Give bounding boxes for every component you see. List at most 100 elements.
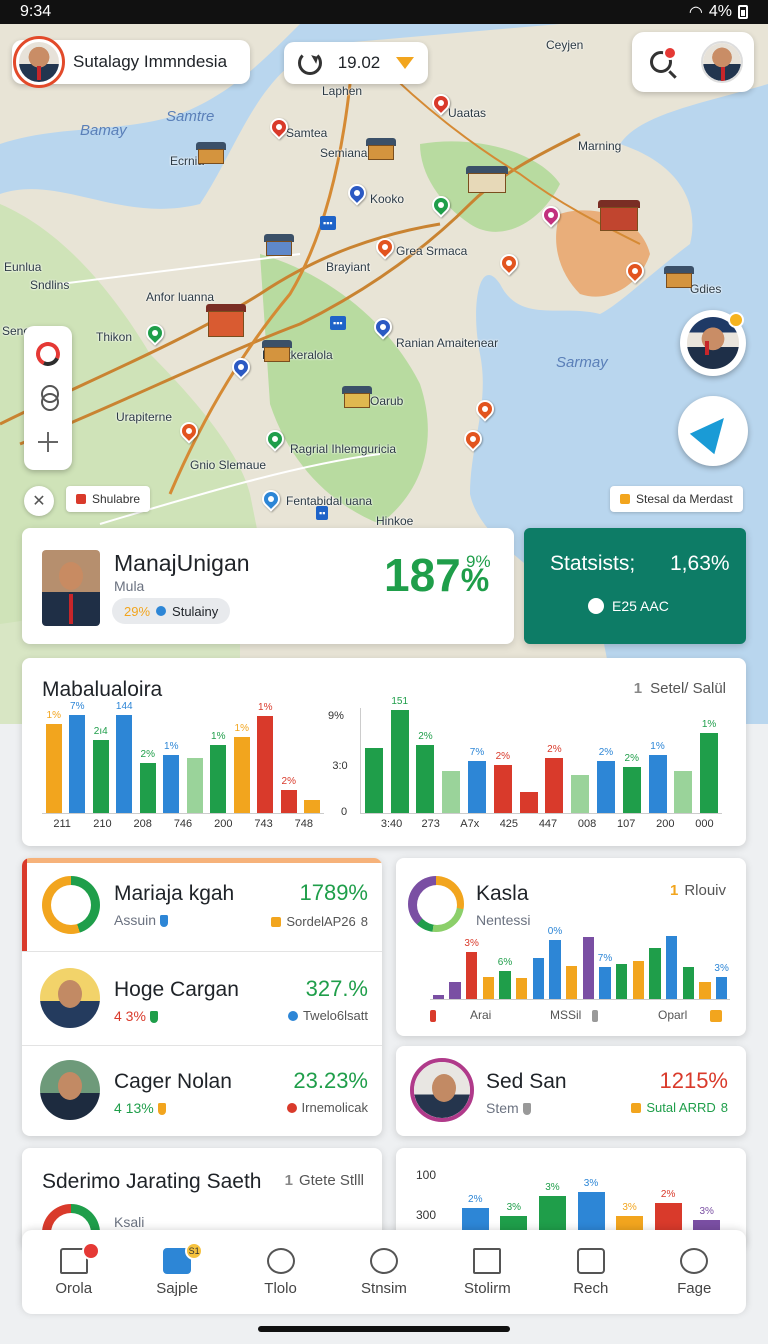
- chart-bar[interactable]: [461, 1208, 489, 1230]
- chart-bar[interactable]: [390, 710, 409, 813]
- nav-item-orola[interactable]: Orola: [26, 1241, 122, 1297]
- chart-bar[interactable]: [482, 976, 495, 999]
- chart-bar[interactable]: [649, 947, 661, 999]
- chart-bar[interactable]: [596, 760, 615, 813]
- chart-bar[interactable]: [280, 789, 297, 813]
- chart-bar[interactable]: [186, 758, 203, 813]
- chart-bar[interactable]: [69, 715, 86, 813]
- time-selector[interactable]: 19.02: [284, 42, 428, 84]
- chart-bar[interactable]: [682, 967, 695, 999]
- chart-bar[interactable]: [468, 760, 487, 813]
- stats-card[interactable]: Statsists; 1,63% E25 AAC: [524, 528, 746, 644]
- compass-button[interactable]: [31, 381, 65, 415]
- chart-bar[interactable]: [715, 976, 728, 999]
- chart-bar[interactable]: [674, 771, 693, 813]
- chart-bar[interactable]: [549, 939, 561, 999]
- chart-bar[interactable]: [571, 775, 590, 813]
- chart-bar[interactable]: [233, 737, 250, 813]
- list-item-tag: Twelo6lsatt: [287, 1008, 368, 1023]
- chart-bar[interactable]: [632, 961, 645, 999]
- map-info-chip[interactable]: Stesal da Merdast: [610, 486, 743, 512]
- bar-data-label: 2%: [281, 775, 296, 787]
- chart-bar[interactable]: [163, 755, 180, 813]
- sed-value: 1215%: [659, 1068, 728, 1093]
- layers-button[interactable]: [31, 337, 65, 371]
- chevron-down-icon[interactable]: [395, 57, 414, 69]
- chart-bar[interactable]: [416, 744, 435, 813]
- chart-bar[interactable]: [665, 935, 678, 999]
- chart-bar[interactable]: [648, 755, 667, 813]
- location-search-chip[interactable]: Sutalagy Immndesia: [12, 36, 250, 88]
- map-label: Marning: [578, 139, 622, 153]
- chart-bar[interactable]: [515, 978, 528, 999]
- chart-bar[interactable]: [364, 747, 383, 813]
- chart-bar[interactable]: [700, 733, 719, 813]
- x-axis-tick: 425: [499, 818, 519, 830]
- list-item[interactable]: Mariaja kgah Assuin 1789% SordelAP26 8: [22, 858, 382, 952]
- nav-label: Rech: [573, 1279, 609, 1297]
- map-filter-chip[interactable]: Shulabre: [66, 486, 151, 512]
- chart-bar[interactable]: [442, 771, 461, 813]
- chart-bar[interactable]: [699, 981, 711, 999]
- list-item[interactable]: Cager Nolan 4 13% 23.23% Irnemolicak: [22, 1046, 382, 1136]
- profile-avatar[interactable]: [701, 41, 743, 83]
- search-button[interactable]: [643, 44, 679, 80]
- refresh-icon[interactable]: [298, 51, 322, 75]
- tick-marker-icon: [430, 1010, 436, 1022]
- chart-bar[interactable]: [499, 971, 511, 999]
- home-indicator[interactable]: [258, 1326, 510, 1332]
- chart-bar[interactable]: [257, 716, 274, 813]
- chart-bar[interactable]: [465, 951, 478, 999]
- tag-suffix: 8: [720, 1100, 728, 1115]
- chart-bar[interactable]: [545, 758, 564, 813]
- chart-bar[interactable]: [493, 764, 512, 813]
- chart-bar[interactable]: [139, 762, 156, 813]
- chart-bar[interactable]: [45, 723, 62, 813]
- navigate-button[interactable]: [678, 396, 748, 466]
- kasla-card[interactable]: Kasla 1 Rlouiv Nentessi 3% 6% 0% 7% 3% Arai M…: [396, 858, 746, 1036]
- sed-san-card[interactable]: Sed San Stem 1215% Sutal ARRD 8: [396, 1046, 746, 1136]
- chart-bar[interactable]: [500, 1215, 528, 1230]
- chart-bar[interactable]: [304, 800, 321, 813]
- chart-bar[interactable]: [693, 1220, 721, 1230]
- nav-item-sajple[interactable]: S1 Sajple: [129, 1241, 225, 1297]
- chart-bar[interactable]: [577, 1191, 605, 1230]
- battery-icon: [738, 5, 748, 19]
- chart-bar[interactable]: [210, 744, 227, 813]
- chart-bar[interactable]: [616, 1215, 644, 1230]
- chart-bar[interactable]: [116, 715, 133, 813]
- chart-bar[interactable]: [432, 995, 445, 999]
- chart-bar[interactable]: [599, 967, 611, 999]
- nav-item-rech[interactable]: Rech: [543, 1247, 639, 1297]
- list-item[interactable]: Hoge Cargan 4 3% 327.% Twelo6lsatt: [22, 952, 382, 1046]
- chart-bar[interactable]: [92, 739, 109, 813]
- agent-avatar-button[interactable]: [680, 310, 746, 376]
- zoom-in-button[interactable]: [31, 425, 65, 459]
- chart-bar[interactable]: [565, 965, 578, 999]
- chart-bar[interactable]: [538, 1196, 566, 1230]
- chart-bar[interactable]: [449, 981, 461, 999]
- person-icon: [369, 1247, 398, 1274]
- summary-card[interactable]: ManajUnigan Mula 29% Stulainy 187% 9%: [22, 528, 514, 644]
- user-avatar[interactable]: [13, 36, 65, 88]
- chart-bar[interactable]: [582, 937, 595, 999]
- x-tick: Oparl: [658, 1008, 688, 1022]
- profile-chip[interactable]: [632, 32, 754, 92]
- close-button[interactable]: ✕: [24, 486, 54, 516]
- chart-bar[interactable]: [622, 766, 641, 813]
- status-pill[interactable]: 29% Stulainy: [112, 598, 231, 624]
- chart-bar[interactable]: [615, 964, 628, 999]
- nav-item-stolirm[interactable]: Stolirm: [439, 1247, 535, 1297]
- map-label: Thikon: [96, 330, 133, 344]
- nav-label: Fage: [677, 1279, 712, 1297]
- map-label: Samtea: [286, 126, 328, 140]
- nav-item-fage[interactable]: Fage: [646, 1247, 742, 1297]
- plus-icon: [38, 432, 58, 452]
- nav-item-stnsim[interactable]: Stnsim: [336, 1247, 432, 1297]
- chart-bar[interactable]: [519, 792, 538, 813]
- bar-data-label: 151: [391, 696, 409, 708]
- chart-bar[interactable]: [654, 1203, 682, 1230]
- chart-card-main[interactable]: Mabalualoira 1 Setel/ Salül 1% 7% 2ı4 144 2% 1…: [22, 658, 746, 846]
- nav-item-tlolo[interactable]: Tlolo: [233, 1247, 329, 1297]
- chart-bar[interactable]: [532, 957, 545, 999]
